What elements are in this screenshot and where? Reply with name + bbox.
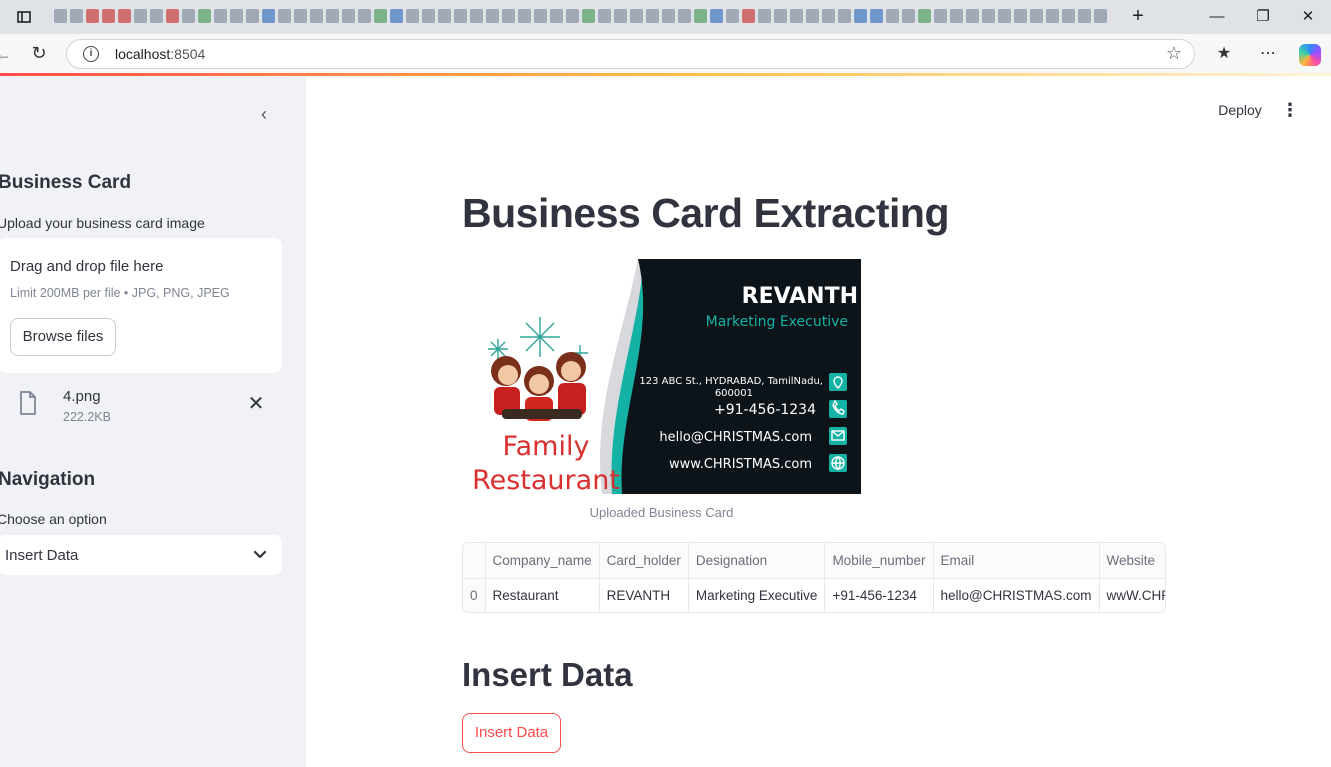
file-icon — [20, 391, 36, 415]
table-cell-website[interactable]: wwW.CHRISTMAS.com — [1099, 578, 1165, 612]
new-tab-button[interactable]: + — [1128, 6, 1148, 26]
table-cell-mobile-number[interactable]: +91-456-1234 — [824, 578, 934, 612]
file-dropzone[interactable]: Drag and drop file here Limit 200MB per … — [0, 238, 282, 373]
card-phone: +91-456-1234 — [714, 402, 816, 418]
table-cell-designation[interactable]: Marketing Executive — [688, 578, 826, 612]
table-cell-index[interactable]: 0 — [463, 578, 486, 612]
option-select[interactable]: Insert Data — [0, 535, 282, 575]
business-card-image: Family Restaurant REVANTH Marketing Exec… — [462, 259, 861, 494]
file-size: 222.2KB — [63, 410, 111, 424]
pinned-tabs[interactable] — [54, 9, 1108, 25]
card-website: www.CHRISTMAS.com — [669, 457, 812, 472]
remove-file-icon[interactable]: ✕ — [246, 394, 266, 414]
card-address-line-1: 123 ABC St., HYDRABAD, TamilNadu, — [639, 376, 823, 387]
deploy-button[interactable]: Deploy — [1210, 100, 1270, 120]
business-card-graphic: Family Restaurant REVANTH Marketing Exec… — [462, 259, 861, 494]
column-header-mobile-number[interactable]: Mobile_number — [824, 543, 934, 579]
browser-toolbar: ← ↻ i localhost:8504 ☆ ★ ⋯ — [0, 34, 1331, 74]
column-header-card-holder[interactable]: Card_holder — [599, 543, 689, 579]
insert-data-heading: Insert Data — [462, 656, 633, 693]
image-caption: Uploaded Business Card — [589, 505, 734, 520]
select-label: Choose an option — [0, 511, 107, 527]
upload-label: Upload your business card image — [0, 215, 205, 231]
uploaded-file: 4.png 222.2KB ✕ — [0, 382, 290, 430]
more-options-icon[interactable]: ⋯ — [1258, 44, 1278, 64]
tab-actions-icon[interactable] — [16, 9, 32, 25]
file-name: 4.png — [63, 388, 101, 405]
dropzone-text: Drag and drop file here — [10, 258, 164, 275]
reload-icon[interactable]: ↻ — [28, 42, 50, 64]
card-address-line-2: 600001 — [715, 388, 753, 399]
minimize-icon[interactable]: — — [1207, 7, 1227, 27]
card-name: REVANTH — [742, 284, 858, 309]
address-bar[interactable]: i localhost:8504 ☆ — [66, 39, 1195, 69]
card-phone-icon — [829, 400, 847, 418]
chevron-down-icon — [253, 550, 267, 559]
table-row: 0 Restaurant REVANTH Marketing Executive… — [463, 578, 1165, 612]
table-cell-company-name[interactable]: Restaurant — [485, 578, 600, 612]
table-cell-email[interactable]: hello@CHRISTMAS.com — [933, 578, 1100, 612]
navigation-header: Navigation — [0, 469, 96, 490]
select-value: Insert Data — [5, 547, 79, 564]
copilot-icon[interactable] — [1299, 44, 1321, 66]
browse-files-button[interactable]: Browse files — [10, 318, 116, 356]
column-header-email[interactable]: Email — [933, 543, 1100, 579]
insert-data-button[interactable]: Insert Data — [462, 713, 561, 753]
browser-tab-strip: + — ❐ ✕ — [0, 0, 1331, 34]
upload-limit-text: Limit 200MB per file • JPG, PNG, JPEG — [10, 286, 230, 300]
back-icon[interactable]: ← — [0, 44, 12, 65]
close-window-icon[interactable]: ✕ — [1298, 7, 1318, 27]
favorite-star-icon[interactable]: ☆ — [1166, 43, 1182, 64]
site-info-icon[interactable]: i — [83, 46, 99, 62]
card-email: hello@CHRISTMAS.com — [659, 430, 812, 445]
card-designation: Marketing Executive — [706, 314, 848, 330]
page-title: Business Card Extracting — [462, 190, 950, 236]
url-port: :8504 — [170, 46, 206, 62]
main-menu-icon[interactable]: ⋮ — [1280, 100, 1300, 120]
brand-line-1: Family — [503, 431, 590, 462]
collapse-sidebar-icon[interactable]: ‹ — [254, 104, 274, 124]
main-content: Deploy ⋮ Business Card Extracting Family… — [306, 76, 1331, 767]
sidebar: ‹ Business Card Upload your business car… — [0, 76, 306, 767]
table-cell-card-holder[interactable]: REVANTH — [599, 578, 689, 612]
sidebar-header: Business Card — [0, 172, 132, 193]
url-text[interactable]: localhost:8504 — [115, 46, 205, 62]
brand-line-2: Restaurant — [472, 465, 620, 494]
table-header-row: Company_name Card_holder Designation Mob… — [463, 543, 1165, 579]
column-header-index[interactable] — [463, 543, 486, 579]
restore-icon[interactable]: ❐ — [1253, 7, 1273, 27]
favorites-icon[interactable]: ★ — [1214, 44, 1234, 64]
column-header-website[interactable]: Website — [1099, 543, 1165, 579]
column-header-company-name[interactable]: Company_name — [485, 543, 600, 579]
column-header-designation[interactable]: Designation — [688, 543, 826, 579]
extracted-data-table[interactable]: Company_name Card_holder Designation Mob… — [462, 542, 1166, 613]
url-host: localhost — [115, 46, 171, 62]
